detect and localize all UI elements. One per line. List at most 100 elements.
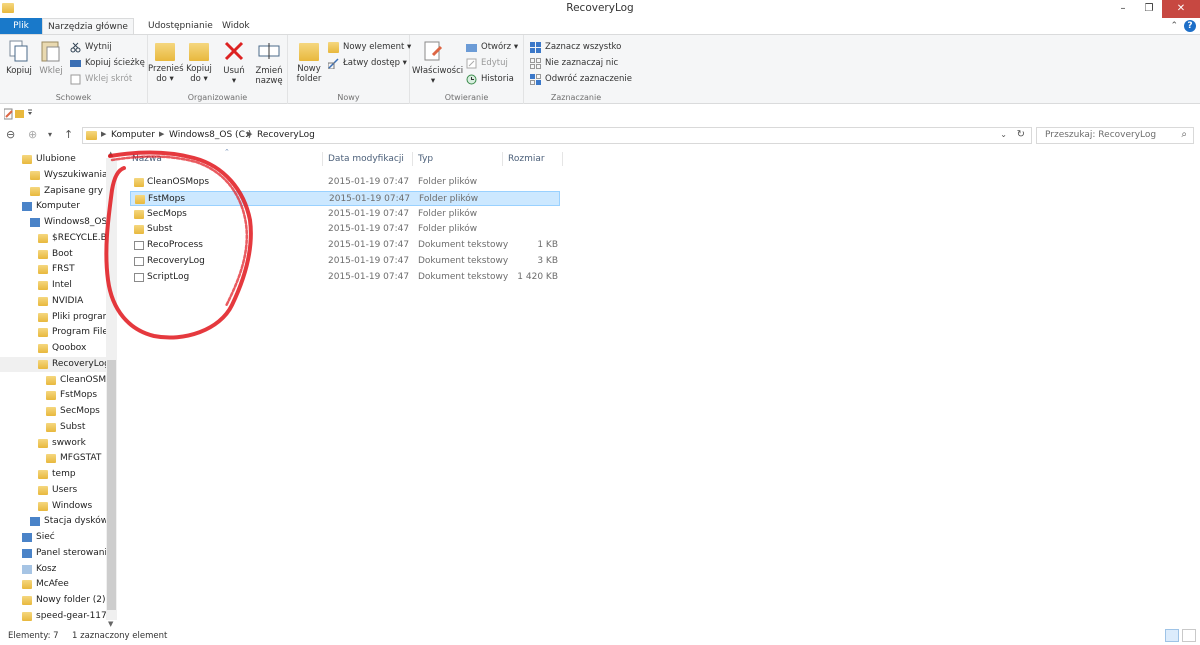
paste-button[interactable]: Wklej — [34, 39, 68, 76]
nav-item[interactable]: Subst — [0, 420, 108, 435]
large-icons-view-button[interactable] — [1182, 629, 1196, 642]
folder-icon — [38, 438, 48, 448]
details-view-button[interactable] — [1165, 629, 1179, 642]
close-button[interactable]: ✕ — [1162, 0, 1200, 18]
column-separator[interactable] — [322, 152, 323, 166]
nav-item[interactable]: FRST — [0, 262, 108, 277]
collapse-ribbon-icon[interactable]: ⌃ — [1170, 21, 1178, 31]
cell-type: Folder plików — [418, 208, 478, 219]
nav-item[interactable]: Users — [0, 483, 108, 498]
tab-file[interactable]: Plik — [0, 18, 42, 35]
up-arrow-icon[interactable]: ↑ — [64, 128, 73, 141]
nav-item[interactable]: CleanOSMops — [0, 373, 108, 388]
cell-date: 2015-01-19 07:47 — [328, 224, 410, 235]
scroll-thumb[interactable] — [107, 360, 116, 610]
nav-item[interactable]: Zapisane gry — [0, 184, 108, 199]
open-label: Otwórz ▾ — [481, 42, 519, 52]
group-label-select: Zaznaczanie — [550, 93, 602, 102]
tab-home[interactable]: Narzędzia główne — [42, 18, 134, 35]
move-to-button[interactable]: Przenieś do ▾ — [148, 39, 184, 84]
crumb-separator: ▶ — [101, 130, 107, 138]
paste-shortcut-button[interactable]: Wklej skrót — [70, 72, 132, 87]
nav-item[interactable]: Wyszukiwania — [0, 168, 108, 183]
nav-item[interactable]: Program Files — [0, 325, 108, 340]
refresh-icon[interactable]: ↻ — [1017, 129, 1025, 140]
address-bar[interactable]: ▶ Komputer ▶ Windows8_OS (C:) ▶ Recovery… — [82, 127, 1032, 144]
breadcrumb-drive[interactable]: Windows8_OS (C:) — [169, 130, 251, 140]
nav-item[interactable]: swwork — [0, 436, 108, 451]
properties-button[interactable]: Właściwości ▾ — [412, 39, 463, 86]
nav-item[interactable]: MFGSTAT — [0, 451, 108, 466]
nav-item[interactable]: FstMops — [0, 388, 108, 403]
column-date[interactable]: Data modyfikacji — [328, 154, 404, 164]
search-input[interactable]: Przeszukaj: RecoveryLog ⌕ — [1036, 127, 1194, 144]
restore-button[interactable]: ❐ — [1136, 0, 1162, 18]
group-clipboard: Kopiuj Wklej Wytnij Kopiuj ścieżkę Wklej… — [0, 35, 148, 104]
nav-item[interactable]: Sieć — [0, 530, 108, 545]
select-none-button[interactable]: Nie zaznaczaj nic — [530, 56, 618, 71]
nav-item-label: Pliki programów — [52, 311, 108, 322]
back-arrow-icon[interactable]: ⊖ — [6, 128, 15, 141]
history-button[interactable]: Historia — [466, 72, 514, 87]
new-item-button[interactable]: Nowy element ▾ — [328, 40, 411, 55]
nav-item[interactable]: Komputer — [0, 199, 108, 214]
edit-button[interactable]: Edytuj — [466, 56, 508, 71]
new-folder-label: Nowy folder — [296, 64, 322, 84]
nav-item[interactable]: Kosz — [0, 562, 108, 577]
cut-button[interactable]: Wytnij — [70, 40, 112, 55]
scroll-down-icon[interactable]: ▼ — [108, 620, 113, 628]
nav-item[interactable]: Intel — [0, 278, 108, 293]
nav-item[interactable]: Pliki programów — [0, 310, 108, 325]
column-separator[interactable] — [562, 152, 563, 166]
breadcrumb-recoverylog[interactable]: RecoveryLog — [257, 130, 315, 140]
history-icon — [466, 74, 477, 85]
group-label-organize: Organizowanie — [187, 93, 248, 102]
nav-item[interactable]: Nowy folder (2) — [0, 593, 108, 608]
column-separator[interactable] — [502, 152, 503, 166]
invert-selection-button[interactable]: Odwróć zaznaczenie — [530, 72, 632, 87]
copy-button[interactable]: Kopiuj — [2, 39, 36, 76]
help-icon[interactable]: ? — [1184, 20, 1196, 32]
paste-label: Wklej — [39, 66, 63, 76]
tab-view[interactable]: Widok — [214, 18, 258, 35]
nav-item[interactable]: NVIDIA — [0, 294, 108, 309]
easy-access-button[interactable]: Łatwy dostęp ▾ — [327, 56, 407, 71]
copy-to-button[interactable]: Kopiuj do ▾ — [182, 39, 216, 84]
nav-item[interactable]: RecoveryLog — [0, 356, 108, 372]
breadcrumb-computer[interactable]: Komputer — [111, 130, 155, 140]
nav-item[interactable]: $RECYCLE.BIN — [0, 231, 108, 246]
quick-access-icons[interactable] — [4, 108, 34, 120]
forward-arrow-icon[interactable]: ⊕ — [28, 128, 37, 141]
easy-access-icon — [327, 58, 339, 70]
nav-item[interactable]: Panel sterowania — [0, 546, 108, 561]
control-panel-icon — [22, 548, 32, 558]
nav-item[interactable]: Boot — [0, 247, 108, 262]
new-folder-button[interactable]: Nowy folder — [292, 39, 326, 84]
nav-item-label: Nowy folder (2) — [36, 595, 106, 605]
select-all-button[interactable]: Zaznacz wszystko — [530, 40, 621, 55]
tab-share[interactable]: Udostępnianie — [140, 18, 221, 35]
nav-item[interactable]: Windows8_OS (C:) — [0, 215, 108, 230]
open-button[interactable]: Otwórz ▾ — [466, 40, 518, 55]
column-size[interactable]: Rozmiar — [508, 154, 545, 164]
minimize-button[interactable]: – — [1110, 0, 1136, 18]
nav-item[interactable]: SecMops — [0, 404, 108, 419]
recent-chevron-icon[interactable]: ▾ — [48, 130, 52, 139]
copy-path-button[interactable]: Kopiuj ścieżkę — [70, 56, 145, 71]
rename-icon — [257, 39, 281, 63]
nav-item[interactable]: temp — [0, 467, 108, 482]
nav-item[interactable]: Windows — [0, 499, 108, 514]
delete-button[interactable]: Usuń ▾ — [220, 39, 248, 86]
select-all-label: Zaznacz wszystko — [545, 42, 622, 52]
nav-item[interactable]: Stacja dysków DVD — [0, 514, 108, 529]
nav-item[interactable]: Ulubione — [0, 152, 108, 167]
invert-selection-icon — [530, 74, 541, 85]
nav-item[interactable]: McAfee — [0, 577, 108, 592]
nav-item[interactable]: speed-gear-1177 — [0, 609, 108, 624]
column-separator[interactable] — [412, 152, 413, 166]
column-type[interactable]: Typ — [418, 154, 433, 164]
rename-button[interactable]: Zmień nazwę — [252, 39, 286, 86]
address-dropdown-icon[interactable]: ⌄ — [1000, 130, 1007, 139]
nav-item[interactable]: Qoobox — [0, 341, 108, 356]
nav-item-label: Kosz — [36, 563, 57, 574]
